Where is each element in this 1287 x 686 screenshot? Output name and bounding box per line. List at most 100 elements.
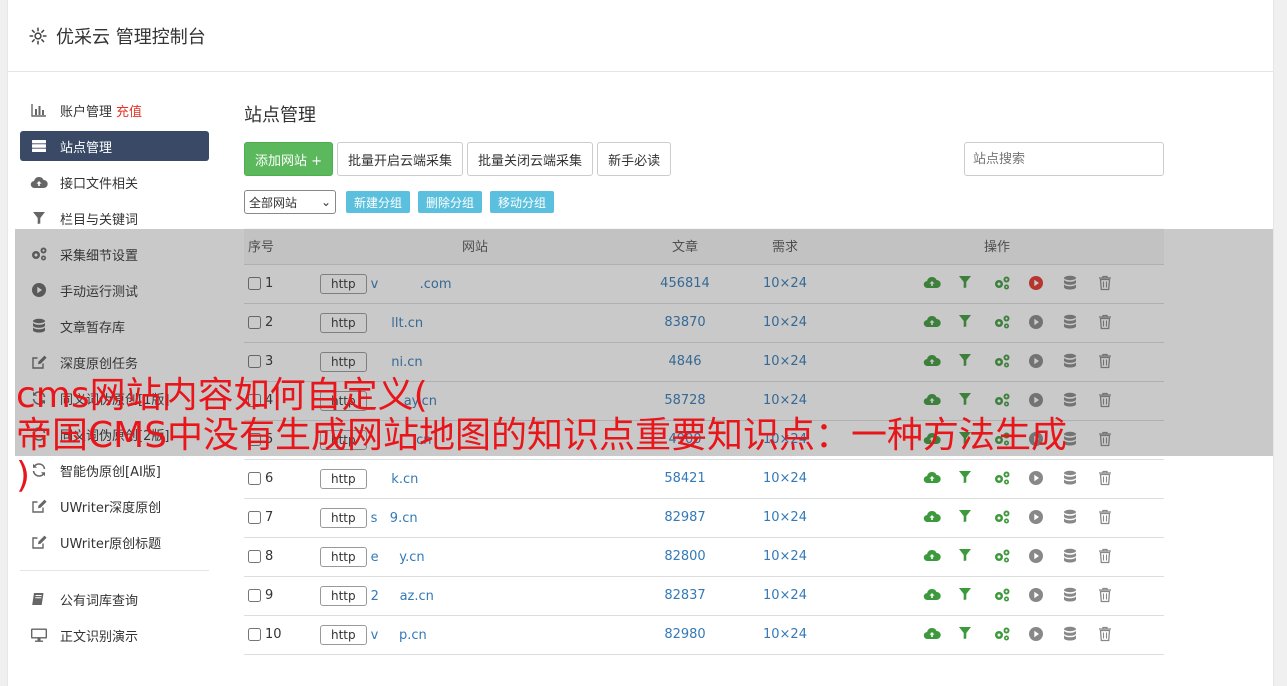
sidebar-item[interactable]: UWriter原创标题 — [20, 524, 209, 560]
trash-icon[interactable] — [1098, 587, 1116, 605]
sidebar-item[interactable]: 接口文件相关 — [20, 164, 209, 200]
http-badge[interactable]: http — [320, 585, 367, 606]
sidebar-item[interactable]: 公有词库查询 — [20, 581, 209, 617]
row-checkbox[interactable] — [248, 589, 261, 602]
sidebar-item[interactable]: 正文识别演示 — [20, 617, 209, 653]
move-group-button[interactable]: 移动分组 — [490, 191, 555, 213]
edit-icon — [30, 497, 48, 515]
demand-value[interactable]: 10×24 — [740, 576, 830, 615]
gear-icon — [29, 26, 47, 45]
cogs-icon[interactable] — [993, 587, 1011, 605]
top-bar: 优采云 管理控制台 — [8, 0, 1273, 72]
group-select[interactable]: 全部网站 ⌄ — [244, 190, 336, 214]
http-badge[interactable]: http — [320, 507, 367, 528]
article-count[interactable]: 82980 — [630, 615, 740, 654]
app-title: 优采云 管理控制台 — [56, 26, 206, 48]
play-circle-icon[interactable] — [1028, 548, 1046, 566]
ops-cell — [830, 615, 1164, 654]
sidebar-item[interactable]: 账户管理 充值 — [20, 92, 209, 128]
cloud-upload-icon[interactable] — [923, 626, 941, 644]
batch-open-cloud-button[interactable]: 批量开启云端采集 — [337, 142, 464, 176]
site-domain-link[interactable]: v p.cn — [371, 628, 427, 643]
cloud-upload-icon[interactable] — [923, 548, 941, 566]
group-select-value: 全部网站 — [249, 195, 298, 210]
database-icon[interactable] — [1063, 587, 1081, 605]
ops-cell — [830, 576, 1164, 615]
sidebar-item-label: 公有词库查询 — [60, 593, 139, 609]
cogs-icon[interactable] — [993, 509, 1011, 527]
overlay-caption: cms网站内容如何自定义( 帝国CMS中没有生成网站地图的知识点重要知识点：一种… — [16, 376, 1286, 496]
bar-chart-icon — [30, 101, 48, 119]
table-row: 9 http 2 az.cn 82837 10×24 — [244, 576, 1164, 615]
article-count[interactable]: 82800 — [630, 537, 740, 576]
filter-icon[interactable] — [958, 509, 976, 527]
site-domain-link[interactable]: s 9.cn — [371, 511, 418, 526]
book-icon — [30, 590, 48, 608]
sidebar-item[interactable]: 站点管理 — [20, 131, 209, 161]
page-title: 站点管理 — [244, 105, 316, 126]
main-content: 站点管理 添加网站 + 批量开启云端采集 批量关闭云端采集 新手必读 全部网站 … — [244, 100, 1164, 214]
article-count[interactable]: 82987 — [630, 498, 740, 537]
delete-group-button[interactable]: 删除分组 — [418, 191, 483, 213]
demand-value[interactable]: 10×24 — [740, 615, 830, 654]
database-icon[interactable] — [1063, 509, 1081, 527]
cloud-upload-icon[interactable] — [923, 587, 941, 605]
chevron-down-icon: ⌄ — [320, 195, 331, 209]
sidebar-item-label: 账户管理 — [60, 104, 113, 120]
row-index-cell: 8 — [244, 537, 320, 576]
caption-line-3: ) — [16, 455, 31, 496]
recharge-link[interactable]: 充值 — [116, 101, 142, 120]
sidebar-item-label: UWriter深度原创 — [60, 500, 162, 516]
http-badge[interactable]: http — [320, 624, 367, 645]
site-domain-link[interactable]: 2 az.cn — [371, 589, 434, 604]
site-cell: http s 9.cn — [320, 498, 630, 537]
database-icon[interactable] — [1063, 626, 1081, 644]
new-group-button[interactable]: 新建分组 — [346, 191, 411, 213]
demand-value[interactable]: 10×24 — [740, 498, 830, 537]
ops-cell — [830, 498, 1164, 537]
site-domain-link[interactable]: e y.cn — [371, 550, 425, 565]
demand-value[interactable]: 10×24 — [740, 537, 830, 576]
database-icon[interactable] — [1063, 548, 1081, 566]
filter-icon[interactable] — [958, 548, 976, 566]
sidebar-item-label: 站点管理 — [60, 140, 113, 156]
filter-icon[interactable] — [958, 626, 976, 644]
caption-line-2: 帝国CMS中没有生成网站地图的知识点重要知识点：一种方法生成 — [16, 415, 1068, 456]
trash-icon[interactable] — [1098, 626, 1116, 644]
row-checkbox[interactable] — [248, 550, 261, 563]
row-index: 9 — [265, 588, 274, 603]
row-checkbox[interactable] — [248, 628, 261, 641]
row-checkbox[interactable] — [248, 511, 261, 524]
filter-icon — [30, 209, 48, 227]
guide-button[interactable]: 新手必读 — [597, 142, 672, 176]
play-circle-icon[interactable] — [1028, 587, 1046, 605]
ops-cell — [830, 537, 1164, 576]
trash-icon[interactable] — [1098, 509, 1116, 527]
site-search-input[interactable] — [964, 142, 1164, 176]
sidebar-divider — [20, 570, 209, 571]
play-circle-icon[interactable] — [1028, 509, 1046, 527]
site-cell: http v p.cn — [320, 615, 630, 654]
batch-close-cloud-button[interactable]: 批量关闭云端采集 — [467, 142, 594, 176]
sidebar-item-label: UWriter原创标题 — [60, 536, 162, 552]
article-count[interactable]: 82837 — [630, 576, 740, 615]
play-circle-icon[interactable] — [1028, 626, 1046, 644]
cogs-icon[interactable] — [993, 626, 1011, 644]
caption-line-1: cms网站内容如何自定义( — [16, 375, 428, 416]
filter-icon[interactable] — [958, 587, 976, 605]
table-row: 7 http s 9.cn 82987 10×24 — [244, 498, 1164, 537]
row-index: 10 — [265, 627, 282, 642]
cloud-upload-icon[interactable] — [923, 509, 941, 527]
group-controls: 全部网站 ⌄ 新建分组 删除分组 移动分组 — [244, 190, 1164, 214]
trash-icon[interactable] — [1098, 548, 1116, 566]
cloud-upload-icon — [30, 173, 48, 191]
row-index-cell: 9 — [244, 576, 320, 615]
site-cell: http e y.cn — [320, 537, 630, 576]
row-index: 7 — [265, 510, 274, 525]
cogs-icon[interactable] — [993, 548, 1011, 566]
sidebar-item-label: 栏目与关键词 — [60, 212, 139, 228]
row-index-cell: 10 — [244, 615, 320, 654]
add-site-button[interactable]: 添加网站 + — [244, 142, 334, 176]
http-badge[interactable]: http — [320, 546, 367, 567]
server-icon — [30, 137, 48, 155]
